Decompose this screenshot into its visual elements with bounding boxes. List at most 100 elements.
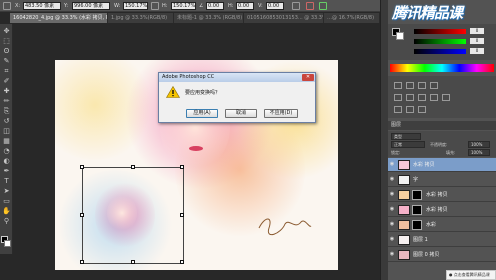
shape-tool-icon[interactable]: ▭ [2,197,11,206]
y-input[interactable]: 996.00 像素 [72,2,110,10]
layer-thumbnail[interactable] [398,190,410,200]
path-select-tool-icon[interactable]: ➤ [2,187,11,196]
link-icon[interactable] [151,2,159,10]
brush-tool-icon[interactable]: ✏ [2,97,11,106]
threshold-icon[interactable] [418,106,426,113]
blur-tool-icon[interactable]: ◔ [2,147,11,156]
transform-handle-right[interactable] [180,213,184,217]
color-spectrum-bar[interactable] [390,64,494,72]
dialog-close-button[interactable]: ✕ [302,74,314,81]
levels-icon[interactable] [406,82,414,89]
canvas-area[interactable] [14,24,380,280]
blue-value[interactable]: 0 [470,48,484,54]
photo-filter-icon[interactable] [442,94,450,101]
visibility-eye-icon[interactable]: ◉ [389,252,395,257]
transform-handle-bottom[interactable] [131,260,135,264]
hue-saturation-icon[interactable] [406,94,414,101]
invert-icon[interactable] [394,106,402,113]
transform-handle-left[interactable] [80,213,84,217]
crop-tool-icon[interactable]: ⌗ [2,67,11,76]
blue-slider[interactable] [414,49,466,54]
layer-mask-thumbnail[interactable] [412,220,422,230]
commit-transform-icon[interactable] [319,2,327,10]
layer-thumbnail[interactable] [398,250,410,260]
type-tool-icon[interactable]: T [2,177,11,186]
layer-row[interactable]: ◉ 水彩 拷贝 [388,158,496,172]
layer-row[interactable]: ◉ 水彩 拷贝 [388,203,496,217]
transform-handle-bottom-right[interactable] [180,260,184,264]
layer-thumbnail[interactable] [398,160,410,170]
transform-handle-top-left[interactable] [80,165,84,169]
layer-row[interactable]: ◉ 字 [388,173,496,187]
layer-row[interactable]: ◉ 图层 1 [388,233,496,247]
visibility-eye-icon[interactable]: ◉ [389,192,395,197]
free-transform-bounding-box[interactable] [80,165,184,264]
color-panel-background[interactable] [396,32,404,40]
layers-panel-tab[interactable]: 图层 [388,121,496,130]
exposure-icon[interactable] [430,82,438,89]
layer-row[interactable]: ◉ 图层 0 拷贝 [388,248,496,262]
warp-icon[interactable] [292,2,300,10]
visibility-eye-icon[interactable]: ◉ [389,207,395,212]
cancel-transform-icon[interactable] [306,2,314,10]
apply-button[interactable]: 应用(A) [186,109,218,118]
tab-document-4[interactable]: 0105160853013153... @ 33.3% [244,13,324,23]
layer-row[interactable]: ◉ 水彩 拷贝 [388,188,496,202]
eraser-tool-icon[interactable]: ◫ [2,127,11,136]
color-balance-icon[interactable] [418,94,426,101]
cancel-button[interactable]: 取消 [225,109,257,118]
dont-apply-button[interactable]: 不应用(D) [264,109,298,118]
lasso-tool-icon[interactable]: ʘ [2,47,11,56]
visibility-eye-icon[interactable]: ◉ [389,162,395,167]
height-input[interactable]: 150.17% [171,2,196,10]
layer-thumbnail[interactable] [398,220,410,230]
gradient-tool-icon[interactable]: ▦ [2,137,11,146]
width-input[interactable]: 150.17% [123,2,148,10]
dodge-tool-icon[interactable]: ◐ [2,157,11,166]
red-value[interactable]: 0 [470,28,484,34]
posterize-icon[interactable] [406,106,414,113]
opacity-input[interactable]: 100% [468,141,490,148]
transform-handle-bottom-left[interactable] [80,260,84,264]
visibility-eye-icon[interactable]: ◉ [389,177,395,182]
green-slider[interactable] [414,39,466,44]
black-white-icon[interactable] [430,94,438,101]
tab-document-2[interactable]: 1.jpg @ 33.3%(RGB/8) [108,13,174,23]
collapsed-panel-strip[interactable] [380,0,388,280]
layer-thumbnail[interactable] [398,235,410,245]
layer-row[interactable]: ◉ 水彩 [388,218,496,232]
h-skew-input[interactable]: 0.00 [236,2,254,10]
quick-select-tool-icon[interactable]: ✎ [2,57,11,66]
history-brush-tool-icon[interactable]: ↺ [2,117,11,126]
move-tool-icon[interactable]: ✥ [2,27,11,36]
layer-mask-thumbnail[interactable] [412,190,422,200]
red-slider[interactable] [414,29,466,34]
transform-handle-top[interactable] [131,165,135,169]
v-skew-input[interactable]: 0.00 [266,2,284,10]
pen-tool-icon[interactable]: ✒ [2,167,11,176]
layer-mask-thumbnail[interactable] [412,205,422,215]
eyedropper-tool-icon[interactable]: ✐ [2,77,11,86]
marquee-tool-icon[interactable]: ⬚ [2,37,11,46]
brightness-icon[interactable] [394,82,402,89]
transform-handle-top-right[interactable] [180,165,184,169]
layer-thumbnail[interactable] [398,175,410,185]
vibrance-icon[interactable] [394,94,402,101]
reference-point-icon[interactable] [3,2,11,10]
curves-icon[interactable] [418,82,426,89]
visibility-eye-icon[interactable]: ◉ [389,237,395,242]
tab-document-5[interactable]: …@ 16.7%(RGB/8) [324,13,380,23]
status-tip[interactable]: ● 点击查看腾讯精品课 [446,270,496,280]
clone-stamp-tool-icon[interactable]: ⎘ [2,107,11,116]
tab-document-1[interactable]: 16042820_4.jpg @ 33.3% (水彩 拷贝, RGB/8) * [10,13,108,23]
layer-kind-filter[interactable]: 类型 [391,133,421,140]
visibility-eye-icon[interactable]: ◉ [389,222,395,227]
blend-mode-select[interactable]: 正常 [391,141,425,148]
layer-thumbnail[interactable] [398,205,410,215]
background-color-swatch[interactable] [4,240,11,247]
fill-input[interactable]: 100% [468,149,490,156]
green-value[interactable]: 0 [470,38,484,44]
tab-document-3[interactable]: 未标题-1 @ 33.3% (RGB/8) * [174,13,244,23]
zoom-tool-icon[interactable]: ⚲ [2,217,11,226]
x-input[interactable]: 483.50 像素 [23,2,61,10]
